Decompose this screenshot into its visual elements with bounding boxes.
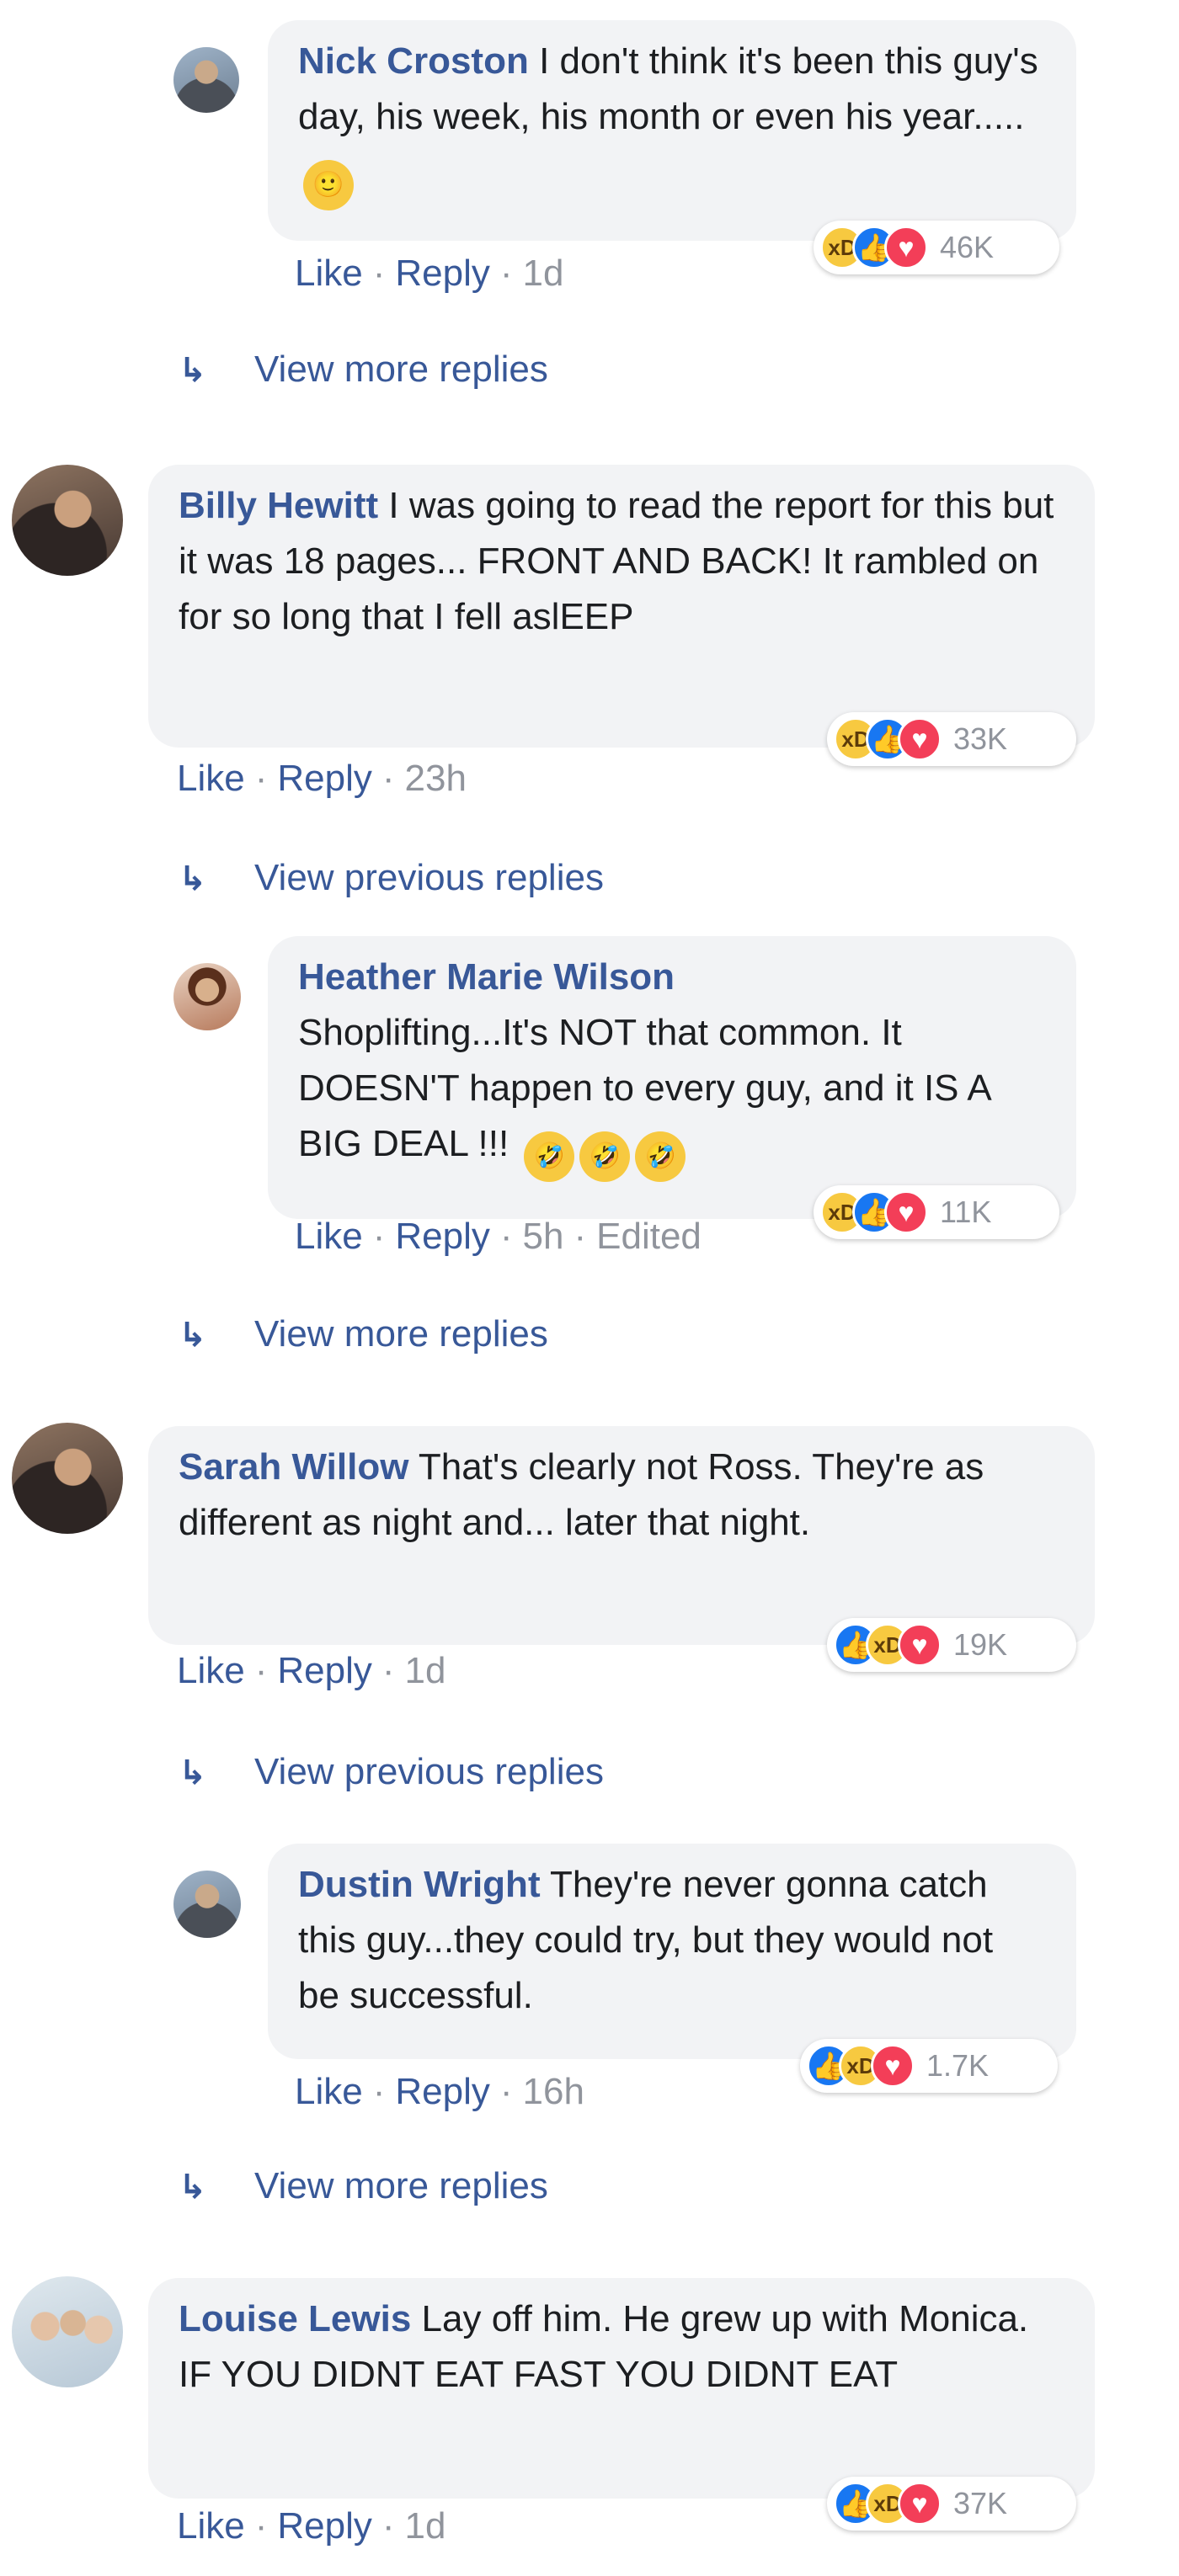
comment-actions: Like · Reply · 1d xyxy=(177,1650,446,1691)
timestamp[interactable]: 1d xyxy=(405,1650,446,1691)
edited-label[interactable]: Edited xyxy=(596,1216,702,1257)
comment-actions: Like · Reply · 5h · Edited xyxy=(295,1216,702,1257)
comment-author[interactable]: Dustin Wright xyxy=(298,1864,541,1905)
comment-actions: Like · Reply · 16h xyxy=(295,2071,584,2112)
timestamp[interactable]: 1d xyxy=(405,2505,446,2547)
view-more-replies-link[interactable]: ↳ View more replies xyxy=(179,2165,548,2207)
reaction-summary[interactable]: xD 👍 ♥ 11K xyxy=(814,1185,1059,1239)
comment-author[interactable]: Louise Lewis xyxy=(179,2298,411,2339)
view-more-replies-link[interactable]: ↳ View more replies xyxy=(179,1313,548,1355)
reply-button[interactable]: Reply xyxy=(395,253,490,294)
comment-bubble: Billy Hewitt I was going to read the rep… xyxy=(148,465,1095,748)
love-reaction-icon: ♥ xyxy=(871,2044,915,2088)
reaction-summary[interactable]: xD 👍 ♥ 46K xyxy=(814,221,1059,274)
timestamp[interactable]: 1d xyxy=(523,253,564,294)
avatar[interactable] xyxy=(173,963,241,1030)
view-previous-replies-link[interactable]: ↳ View previous replies xyxy=(179,857,604,899)
view-previous-replies-link[interactable]: ↳ View previous replies xyxy=(179,1751,604,1793)
comment-author[interactable]: Sarah Willow xyxy=(179,1446,408,1488)
like-button[interactable]: Like xyxy=(177,1650,245,1691)
love-reaction-icon: ♥ xyxy=(898,1623,942,1667)
reply-button[interactable]: Reply xyxy=(395,1216,490,1257)
love-reaction-icon: ♥ xyxy=(884,1190,928,1234)
slight-smile-emoji-icon: 🙂 xyxy=(303,160,354,210)
comment-bubble: Heather Marie Wilson Shoplifting...It's … xyxy=(268,936,1076,1219)
like-button[interactable]: Like xyxy=(177,2505,245,2547)
comment-bubble: Nick Croston I don't think it's been thi… xyxy=(268,20,1076,241)
comment-actions: Like · Reply · 1d xyxy=(295,253,564,294)
rofl-emoji-icon: 🤣 xyxy=(524,1131,575,1182)
reaction-summary[interactable]: xD 👍 ♥ 33K xyxy=(827,712,1076,766)
comment-bubble: Dustin Wright They're never gonna catch … xyxy=(268,1844,1076,2059)
comment-bubble: Louise Lewis Lay off him. He grew up wit… xyxy=(148,2278,1095,2499)
rofl-emoji-icon: 🤣 xyxy=(579,1131,631,1182)
reply-button[interactable]: Reply xyxy=(277,758,372,799)
reaction-summary[interactable]: 👍 xD ♥ 19K xyxy=(827,1618,1076,1672)
reply-arrow-icon: ↳ xyxy=(179,1754,207,1791)
reply-button[interactable]: Reply xyxy=(277,1650,372,1691)
like-button[interactable]: Like xyxy=(295,253,363,294)
love-reaction-icon: ♥ xyxy=(884,226,928,269)
reaction-count: 37K xyxy=(953,2486,1008,2520)
reaction-count: 19K xyxy=(953,1627,1008,1662)
love-reaction-icon: ♥ xyxy=(898,717,942,761)
reaction-count: 1.7K xyxy=(926,2048,990,2083)
comment-author[interactable]: Heather Marie Wilson xyxy=(298,950,1043,1005)
timestamp[interactable]: 23h xyxy=(405,758,467,799)
reaction-count: 46K xyxy=(940,230,995,264)
avatar[interactable] xyxy=(12,465,123,576)
reply-arrow-icon: ↳ xyxy=(179,2169,207,2206)
avatar[interactable] xyxy=(173,47,239,113)
comment-actions: Like · Reply · 23h xyxy=(177,758,467,799)
like-button[interactable]: Like xyxy=(177,758,245,799)
reaction-count: 11K xyxy=(940,1195,992,1229)
avatar[interactable] xyxy=(12,1423,123,1534)
timestamp[interactable]: 5h xyxy=(523,1216,564,1257)
comment-author[interactable]: Nick Croston xyxy=(298,40,529,82)
view-more-replies-link[interactable]: ↳ View more replies xyxy=(179,349,548,391)
love-reaction-icon: ♥ xyxy=(898,2482,942,2525)
comment-author[interactable]: Billy Hewitt xyxy=(179,485,378,526)
avatar[interactable] xyxy=(12,2276,123,2387)
comment-actions: Like · Reply · 1d xyxy=(177,2505,446,2547)
rofl-emoji-icon: 🤣 xyxy=(635,1131,686,1182)
timestamp[interactable]: 16h xyxy=(523,2071,584,2112)
reply-arrow-icon: ↳ xyxy=(179,860,207,897)
reply-arrow-icon: ↳ xyxy=(179,1317,207,1354)
reaction-summary[interactable]: 👍 xD ♥ 1.7K xyxy=(800,2039,1058,2093)
like-button[interactable]: Like xyxy=(295,2071,363,2112)
avatar[interactable] xyxy=(173,1871,241,1938)
reply-button[interactable]: Reply xyxy=(395,2071,490,2112)
reaction-summary[interactable]: 👍 xD ♥ 37K xyxy=(827,2477,1076,2531)
like-button[interactable]: Like xyxy=(295,1216,363,1257)
reply-button[interactable]: Reply xyxy=(277,2505,372,2547)
reaction-count: 33K xyxy=(953,721,1008,756)
comment-bubble: Sarah Willow That's clearly not Ross. Th… xyxy=(148,1426,1095,1645)
reply-arrow-icon: ↳ xyxy=(179,352,207,389)
